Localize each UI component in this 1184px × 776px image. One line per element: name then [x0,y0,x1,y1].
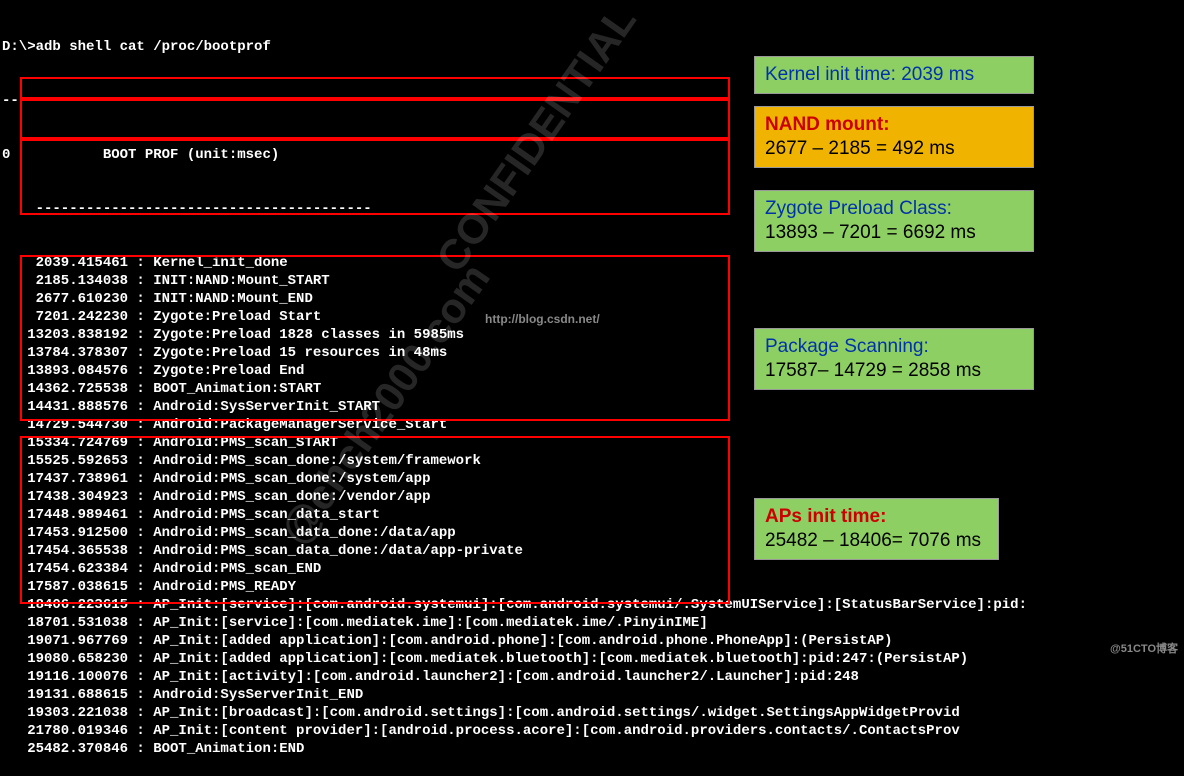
highlight-pkg-scan [20,255,730,421]
highlight-kernel-init [20,77,730,99]
callout-zygote-calc: 13893 – 7201 = 6692 ms [765,222,976,243]
callout-nand-title: NAND mount: [765,114,890,135]
callout-zygote-title: Zygote Preload Class: [765,198,952,219]
callout-zygote: Zygote Preload Class: 13893 – 7201 = 669… [754,190,1034,252]
callout-aps: APs init time: 25482 – 18406= 7076 ms [754,498,999,560]
log-line: 19303.221038 : AP_Init:[broadcast]:[com.… [2,704,1184,722]
callout-pkg: Package Scanning: 17587– 14729 = 2858 ms [754,328,1034,390]
callout-kernel: Kernel init time: 2039 ms [754,56,1034,94]
log-line: 19116.100076 : AP_Init:[activity]:[com.a… [2,668,1184,686]
log-line: 21780.019346 : AP_Init:[content provider… [2,722,1184,740]
command-line: D:\>adb shell cat /proc/bootprof [2,38,1184,56]
callout-aps-title: APs init time: [765,506,886,527]
highlight-aps-init [20,436,730,604]
callout-nand-calc: 2677 – 2185 = 492 ms [765,138,955,159]
callout-kernel-value: 2039 ms [901,64,974,85]
log-line: 19071.967769 : AP_Init:[added applicatio… [2,632,1184,650]
highlight-zygote [20,139,730,215]
log-line: 18701.531038 : AP_Init:[service]:[com.me… [2,614,1184,632]
callout-nand: NAND mount: 2677 – 2185 = 492 ms [754,106,1034,168]
watermark-url: http://blog.csdn.net/ [485,312,600,326]
log-line: 25482.370846 : BOOT_Animation:END [2,740,1184,758]
log-line: 19131.688615 : Android:SysServerInit_END [2,686,1184,704]
watermark-footer: @51CTO博客 [1110,640,1178,656]
highlight-nand-mount [20,99,730,139]
callout-kernel-title: Kernel init time: [765,64,901,85]
callout-pkg-title: Package Scanning: [765,336,929,357]
callout-pkg-calc: 17587– 14729 = 2858 ms [765,360,981,381]
log-line: 19080.658230 : AP_Init:[added applicatio… [2,650,1184,668]
callout-aps-calc: 25482 – 18406= 7076 ms [765,530,981,551]
